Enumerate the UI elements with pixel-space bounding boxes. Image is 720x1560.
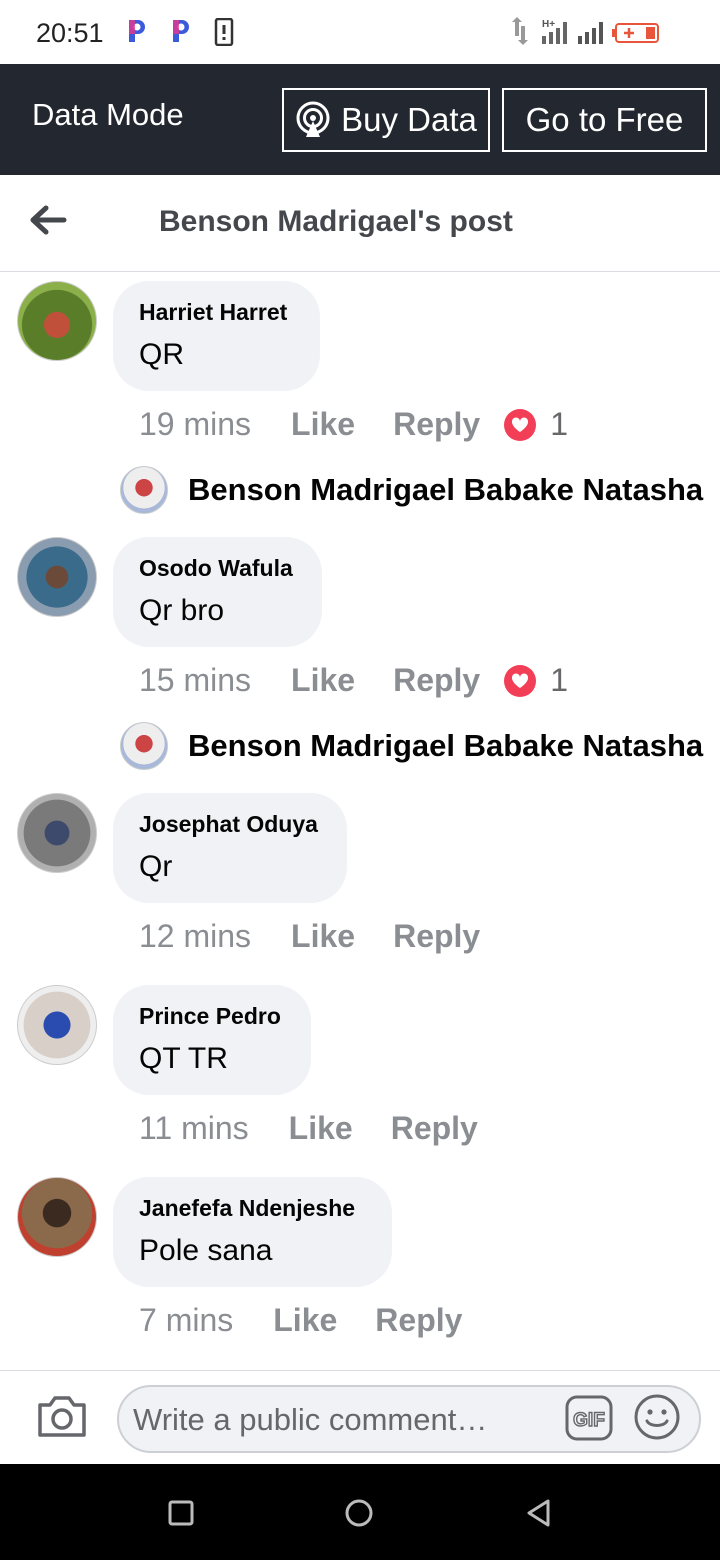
avatar[interactable] <box>17 985 97 1065</box>
reaction-count[interactable]: 1 <box>550 406 568 443</box>
reply-button[interactable]: Reply <box>393 406 480 443</box>
comment-meta: 19 mins Like Reply 1 <box>139 406 568 443</box>
avatar[interactable] <box>17 537 97 617</box>
comment-bubble: Harriet Harret QR <box>113 281 320 391</box>
battery-icon <box>612 23 659 43</box>
camera-icon[interactable] <box>36 1393 88 1439</box>
comment-text: Qr <box>139 850 173 883</box>
data-mode-bar: Data Mode Buy Data Go to Free <box>0 64 720 175</box>
comment-bubble: Janefefa Ndenjeshe Pole sana <box>113 1177 392 1287</box>
buy-data-label: Buy Data <box>341 101 477 138</box>
comment-bubble: Osodo Wafula Qr bro <box>113 537 322 647</box>
reply-preview[interactable]: Benson Madrigael Babake Natasha <box>120 465 703 515</box>
reply-author: Benson Madrigael Babake Natasha <box>188 472 704 507</box>
go-to-free-label: Go to Free <box>525 101 684 138</box>
avatar[interactable] <box>17 1177 97 1257</box>
reaction-count[interactable]: 1 <box>550 662 568 699</box>
buy-data-button[interactable]: Buy Data <box>282 88 490 152</box>
comment-meta: 7 mins Like Reply <box>139 1302 486 1339</box>
svg-text:GIF: GIF <box>573 1410 605 1431</box>
like-button[interactable]: Like <box>291 406 355 443</box>
avatar[interactable] <box>17 281 97 361</box>
comment-input[interactable]: Write a public comment… GIF <box>117 1385 701 1453</box>
comment-author[interactable]: Harriet Harret <box>139 299 294 326</box>
comment-author[interactable]: Prince Pedro <box>139 1003 285 1030</box>
comment-bubble: Prince Pedro QT TR <box>113 985 311 1095</box>
phone-icon <box>214 18 234 46</box>
heart-reaction-icon[interactable] <box>504 664 537 697</box>
reply-button[interactable]: Reply <box>391 1110 478 1147</box>
status-time: 20:51 <box>36 18 104 48</box>
reply-preview[interactable]: Benson Madrigael Babake Natasha <box>120 721 703 771</box>
status-bar: 20:51 H+ <box>0 0 720 64</box>
like-button[interactable]: Like <box>291 918 355 955</box>
comment-meta: 11 mins Like Reply <box>139 1110 502 1147</box>
comment-bubble: Josephat Oduya Qr <box>113 793 347 903</box>
avatar <box>120 722 168 770</box>
nav-circle-icon[interactable] <box>344 1498 374 1528</box>
like-button[interactable]: Like <box>289 1110 353 1147</box>
comment-placeholder[interactable]: Write a public comment… <box>133 1402 487 1438</box>
reply-button[interactable]: Reply <box>393 918 480 955</box>
comment-time: 11 mins <box>139 1110 249 1146</box>
post-header: Benson Madrigael's post <box>0 175 720 272</box>
comment-text: Qr bro <box>139 594 225 627</box>
signal-icon: H+ <box>512 17 659 45</box>
comment-author[interactable]: Josephat Oduya <box>139 811 321 838</box>
comment-time: 15 mins <box>139 662 252 698</box>
comment-author[interactable]: Osodo Wafula <box>139 555 296 582</box>
go-to-free-button[interactable]: Go to Free <box>502 88 707 152</box>
comment-text: Pole sana <box>139 1234 273 1267</box>
comment-meta: 15 mins Like Reply 1 <box>139 662 568 699</box>
comment-time: 12 mins <box>139 918 252 954</box>
avatar <box>120 466 168 514</box>
smiley-icon[interactable] <box>633 1393 681 1441</box>
avatar[interactable] <box>17 793 97 873</box>
reply-button[interactable]: Reply <box>393 662 480 699</box>
reply-button[interactable]: Reply <box>375 1302 462 1339</box>
comment-time: 19 mins <box>139 406 252 442</box>
app-p-icon <box>129 20 145 42</box>
comment-text: QT TR <box>139 1042 228 1075</box>
comment-time: 7 mins <box>139 1302 234 1338</box>
system-nav-bar <box>0 1464 720 1560</box>
back-arrow-icon[interactable] <box>28 203 68 237</box>
heart-reaction-icon[interactable] <box>504 408 537 441</box>
page-title: Benson Madrigael's post <box>159 205 513 238</box>
nav-back-icon[interactable] <box>524 1498 554 1528</box>
comment-author[interactable]: Janefefa Ndenjeshe <box>139 1195 366 1222</box>
data-mode-label: Data Mode <box>32 97 184 132</box>
comment-composer: Write a public comment… GIF <box>0 1370 720 1465</box>
nav-square-icon[interactable] <box>166 1498 196 1528</box>
svg-text:H+: H+ <box>542 19 555 30</box>
broadcast-icon <box>296 101 330 137</box>
gif-icon[interactable]: GIF <box>565 1395 613 1441</box>
reply-author: Benson Madrigael Babake Natasha <box>188 728 704 763</box>
like-button[interactable]: Like <box>273 1302 337 1339</box>
comment-text: QR <box>139 338 184 371</box>
comment-meta: 12 mins Like Reply <box>139 918 504 955</box>
app-p-icon <box>173 20 189 42</box>
like-button[interactable]: Like <box>291 662 355 699</box>
